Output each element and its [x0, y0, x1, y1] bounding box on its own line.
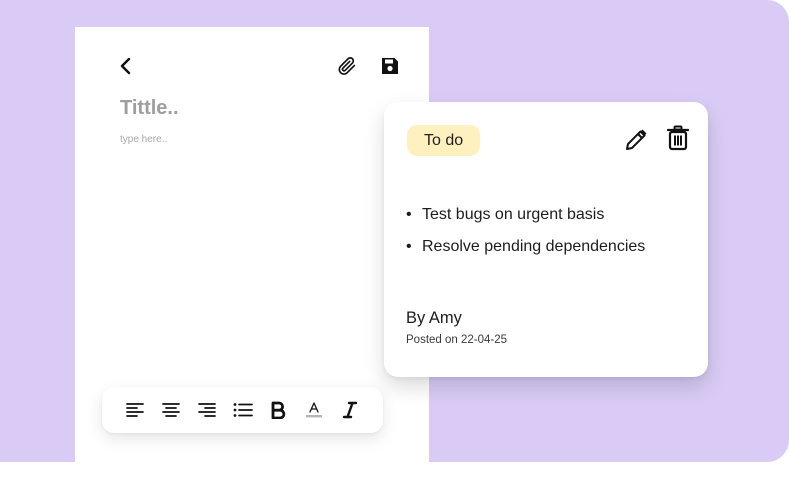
- list-item-text: Test bugs on urgent basis: [422, 206, 605, 223]
- italic-button[interactable]: [339, 399, 361, 421]
- align-center-icon: [161, 403, 180, 417]
- edit-button[interactable]: [623, 127, 649, 153]
- align-right-icon: [197, 403, 216, 417]
- attach-button[interactable]: [336, 55, 358, 77]
- bullet-dot: •: [406, 206, 412, 223]
- bullet-list-button[interactable]: [232, 399, 254, 421]
- list-item-text: Resolve pending dependencies: [422, 238, 646, 255]
- title-input[interactable]: [120, 97, 380, 120]
- author-name: By Amy: [406, 309, 462, 327]
- list-item: • Test bugs on urgent basis: [406, 199, 645, 231]
- align-left-button[interactable]: [124, 399, 146, 421]
- status-badge: To do: [407, 125, 481, 156]
- back-button[interactable]: [115, 55, 137, 77]
- pencil-icon: [626, 129, 647, 150]
- paperclip-icon: [338, 57, 356, 75]
- body-input[interactable]: [120, 134, 380, 154]
- align-left-icon: [126, 403, 144, 417]
- list-icon: [233, 403, 253, 417]
- bullet-dot: •: [406, 238, 412, 255]
- text-color-button[interactable]: [303, 399, 325, 421]
- bold-button[interactable]: [267, 399, 289, 421]
- chevron-left-icon: [120, 57, 131, 75]
- align-center-button[interactable]: [160, 399, 182, 421]
- save-button[interactable]: [379, 55, 401, 77]
- format-toolbar: [102, 387, 383, 433]
- floppy-disk-icon: [382, 58, 398, 74]
- list-item: • Resolve pending dependencies: [406, 231, 645, 263]
- italic-icon: [342, 401, 358, 419]
- note-card[interactable]: To do • Test bugs on urgent basis • Reso…: [384, 102, 708, 377]
- text-color-icon: [306, 402, 323, 418]
- bold-icon: [271, 401, 286, 419]
- delete-button[interactable]: [665, 124, 691, 152]
- posted-date: Posted on 22-04-25: [406, 334, 508, 346]
- trash-icon: [667, 125, 689, 151]
- align-right-button[interactable]: [196, 399, 218, 421]
- todo-list: • Test bugs on urgent basis • Resolve pe…: [406, 199, 645, 263]
